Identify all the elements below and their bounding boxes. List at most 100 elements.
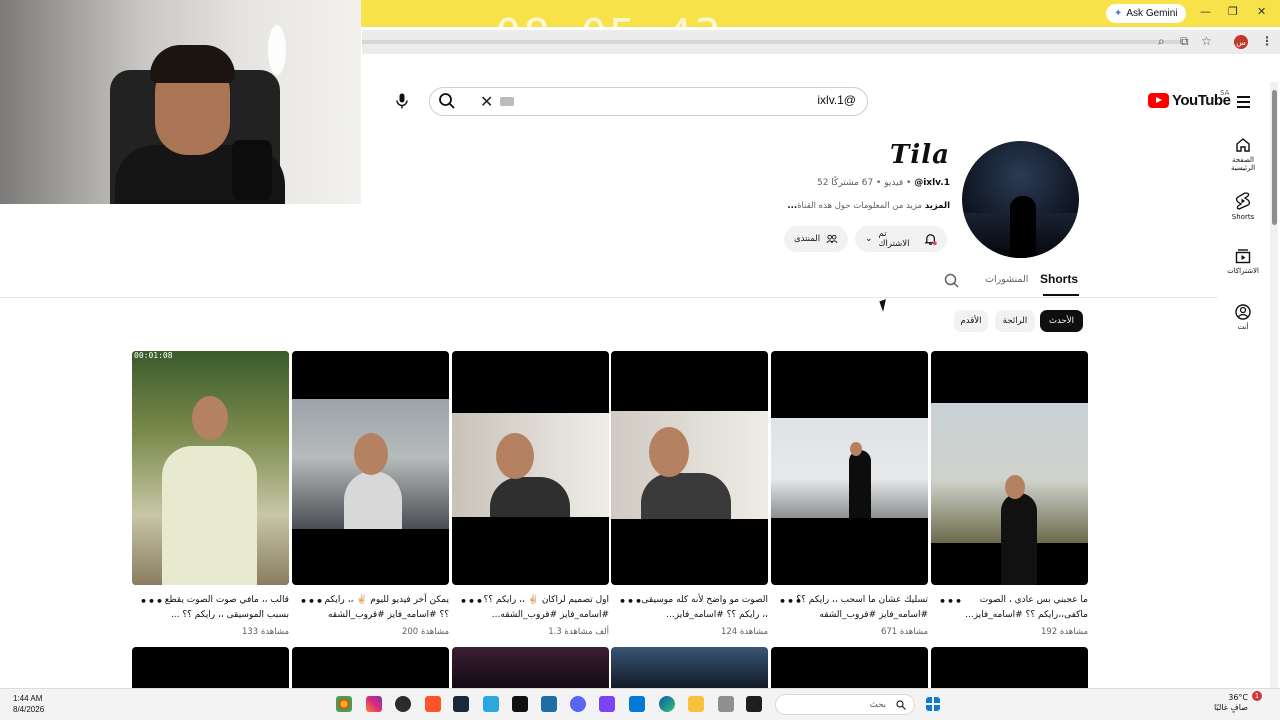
address-bar-field[interactable]	[362, 40, 1182, 44]
terminal-icon[interactable]	[746, 696, 762, 712]
chip-latest[interactable]: الأحدث	[1040, 310, 1083, 332]
taskbar-clock[interactable]: 1:44 AM 8/4/2026	[13, 693, 44, 715]
voice-search-button[interactable]	[388, 87, 416, 115]
app-icon[interactable]	[395, 696, 411, 712]
short-thumbnail[interactable]	[931, 647, 1088, 690]
short-thumbnail[interactable]	[452, 351, 609, 585]
youtube-play-icon	[1148, 93, 1169, 108]
zoom-icon[interactable]: ⌕	[1158, 34, 1165, 49]
short-thumbnail[interactable]	[452, 647, 609, 690]
taskbar-search[interactable]: بحث	[775, 694, 915, 715]
taskbar-date: 8/4/2026	[13, 705, 45, 714]
tab-posts[interactable]: المنشورات	[985, 274, 1028, 285]
chevron-down-icon: ⌄	[865, 234, 873, 244]
search-query[interactable]: ixlv.1@	[760, 93, 856, 107]
short-thumbnail[interactable]: 00:01:08	[132, 351, 289, 585]
nav-home-label: الصفحة الرئيسية	[1230, 156, 1256, 172]
search-button[interactable]	[438, 92, 456, 114]
edge-icon[interactable]	[659, 696, 675, 712]
short-title[interactable]: قالب ،، مافي صوت الصوت يقطع بسبب الموسيق…	[156, 593, 289, 623]
short-views: 200 مشاهدة	[401, 627, 449, 637]
nav-subscriptions-label: الاشتراكات	[1227, 267, 1259, 275]
short-title[interactable]: الصوت مو واضح لأنه كله موسيقى ،، رايكم ؟…	[635, 593, 768, 623]
community-button[interactable]: المنتدى	[784, 226, 848, 252]
short-thumbnail[interactable]	[771, 647, 928, 690]
windows-start-icon[interactable]	[926, 697, 940, 711]
short-title[interactable]: اول تصميم لراكان ✌🏻 ،، رايكم ؟؟ #اسامه_ف…	[476, 593, 610, 623]
short-title[interactable]: تسليك عشان ما اسحب ،، رايكم ؟؟ #اسامه_فا…	[795, 593, 928, 623]
meta-separator: •	[876, 178, 882, 188]
short-thumbnail[interactable]	[931, 351, 1088, 585]
app-icon[interactable]	[718, 696, 734, 712]
app-icon[interactable]	[541, 696, 557, 712]
browser-menu-icon[interactable]: ⋮	[1261, 34, 1273, 48]
minimize-button[interactable]: —	[1200, 5, 1211, 18]
chip-oldest[interactable]: الأقدم	[954, 310, 988, 332]
thumbnail-face	[850, 442, 862, 456]
avatar-silhouette	[1010, 196, 1036, 258]
thumbnail-scene	[931, 403, 1088, 585]
thumbnail-scene	[771, 418, 928, 518]
thumbnail-face	[649, 427, 689, 477]
taskbar-weather[interactable]: 36°C صافٍ غالبًا	[1212, 693, 1248, 713]
close-window-button[interactable]: ✕	[1257, 5, 1266, 18]
short-thumbnail[interactable]	[292, 647, 449, 690]
channel-avatar[interactable]	[962, 141, 1079, 258]
guide-menu-button[interactable]	[1237, 96, 1250, 111]
channel-description[interactable]: ...المزيد مزيد من المعلومات حول هذه القن…	[760, 201, 950, 211]
restore-button[interactable]: ❐	[1228, 5, 1238, 18]
install-app-icon[interactable]: ⧉	[1180, 34, 1189, 49]
notification-badge[interactable]: 1	[1252, 691, 1262, 701]
shorts-icon	[1235, 192, 1251, 210]
app-icon[interactable]	[599, 696, 615, 712]
short-views: 671 مشاهدة	[880, 627, 928, 637]
gemini-sparkle-icon: ✦	[1114, 8, 1123, 19]
short-thumbnail[interactable]	[771, 351, 928, 585]
subscribed-button[interactable]: ⌄ تم الاشتراك	[855, 226, 947, 252]
browser-profile-avatar[interactable]: س	[1234, 35, 1248, 49]
mouse-cursor	[879, 299, 890, 312]
bookmark-star-icon[interactable]: ☆	[1201, 34, 1212, 48]
taskbar-search-placeholder: بحث	[869, 699, 886, 710]
subscribed-label: تم الاشتراك	[878, 229, 910, 249]
nav-item-you[interactable]: أنت	[1222, 304, 1264, 331]
nav-item-subscriptions[interactable]: الاشتراكات	[1222, 248, 1264, 275]
subscriptions-icon	[1235, 249, 1251, 264]
ask-gemini-button[interactable]: ✦ Ask Gemini	[1106, 4, 1186, 23]
instagram-icon[interactable]	[366, 696, 382, 712]
short-views: 1.3 ألف مشاهدة	[548, 627, 609, 637]
youtube-logo[interactable]: YouTube	[1148, 92, 1231, 109]
nav-item-shorts[interactable]: Shorts	[1222, 192, 1264, 221]
short-title[interactable]: يمكن آخر فيديو لليوم ✌🏻 ،، رايكم ؟؟ #اسا…	[316, 593, 449, 623]
thumbnail-person	[162, 446, 257, 585]
short-thumbnail[interactable]	[132, 647, 289, 690]
notification-bell-icon	[924, 234, 937, 246]
keyboard-icon[interactable]	[500, 97, 514, 106]
short-thumbnail[interactable]	[611, 647, 768, 690]
tabs-divider	[0, 297, 1218, 298]
discord-icon[interactable]	[570, 696, 586, 712]
clear-search-icon[interactable]: ✕	[480, 92, 493, 111]
steam-icon[interactable]	[453, 696, 469, 712]
channel-name: Tila	[890, 140, 950, 170]
short-thumbnail[interactable]	[292, 351, 449, 585]
scrollbar-thumb[interactable]	[1272, 90, 1277, 225]
nav-shorts-label: Shorts	[1231, 213, 1255, 221]
nav-you-label: أنت	[1237, 323, 1249, 331]
chip-popular[interactable]: الرائجة	[995, 310, 1035, 332]
store-icon[interactable]	[629, 696, 645, 712]
short-title[interactable]: ما عجبني بس عادي ، الصوت ماكفى،،رايكم ؟؟…	[955, 593, 1088, 623]
file-explorer-icon[interactable]	[688, 696, 704, 712]
short-thumbnail[interactable]	[611, 351, 768, 585]
brave-icon[interactable]	[425, 696, 441, 712]
capcut-icon[interactable]	[512, 696, 528, 712]
webcam-person-hair	[150, 45, 235, 83]
tab-shorts[interactable]: Shorts	[1040, 272, 1078, 286]
short-views: 124 مشاهدة	[720, 627, 768, 637]
nav-item-home[interactable]: الصفحة الرئيسية	[1222, 137, 1264, 172]
short-views: 192 مشاهدة	[1040, 627, 1088, 637]
channel-handle: @ixlv.1	[914, 178, 950, 188]
chrome-icon[interactable]	[336, 696, 352, 712]
app-icon[interactable]	[483, 696, 499, 712]
channel-search-button[interactable]	[944, 273, 959, 292]
